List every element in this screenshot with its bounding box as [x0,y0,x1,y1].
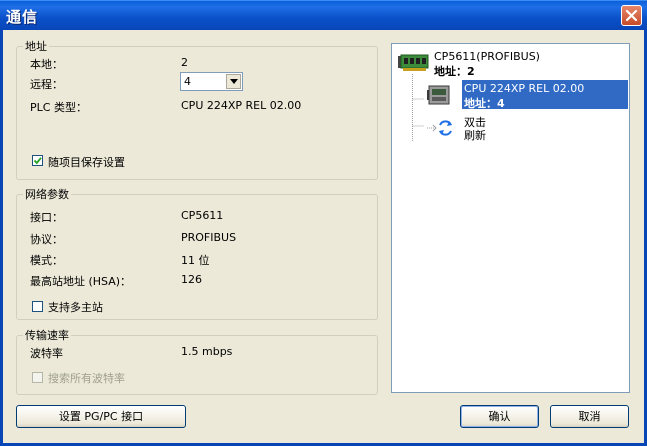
multimaster-checkbox[interactable] [32,301,43,312]
network-tree-view[interactable]: CP5611(PROFIBUS) 地址：2 CPU 224XP REL 02.0… [391,43,630,393]
tree-root-name: CP5611(PROFIBUS) [434,50,540,63]
chevron-down-icon [230,79,238,84]
tree-refresh-node[interactable]: 双击 刷新 [425,112,545,142]
local-label: 本地： [30,58,63,71]
title-bar[interactable]: 通信 [0,0,647,30]
address-group-legend: 地址 [25,40,47,53]
interface-label: 接口： [30,211,63,224]
ok-button[interactable]: 确认 [460,405,539,428]
cancel-button[interactable]: 取消 [550,405,629,428]
baud-rate-legend: 传输速率 [25,329,69,342]
remote-address-value: 4 [184,75,191,88]
local-value: 2 [181,56,188,69]
save-with-project-checkbox[interactable] [32,155,43,166]
refresh-icon [427,120,452,136]
interface-value: CP5611 [181,209,224,222]
baud-rate-label: 波特率 [30,347,63,360]
tree-device-address: 地址：4 [464,97,505,110]
remote-label: 远程： [30,78,63,91]
protocol-label: 协议： [30,233,63,246]
close-icon [625,9,638,22]
window-border-left [0,30,3,446]
hsa-value: 126 [181,273,202,286]
remote-address-select[interactable]: 4 [180,72,243,91]
multimaster-label: 支持多主站 [48,301,103,314]
close-button[interactable] [621,5,642,26]
plc-type-label: PLC 类型： [30,101,87,114]
hsa-label: 最高站地址 (HSA)： [30,275,132,288]
protocol-value: PROFIBUS [181,231,237,244]
baud-rate-value: 1.5 mbps [181,345,233,358]
tree-device-node[interactable]: CPU 224XP REL 02.00 地址：4 [425,80,629,110]
tree-root-address: 地址：2 [434,65,475,78]
network-params-legend: 网络参数 [25,188,69,201]
network-card-icon [398,54,429,71]
checkmark-icon [33,157,42,165]
refresh-line-2: 刷新 [464,129,486,142]
window-title: 通信 [6,8,39,26]
plc-type-value: CPU 224XP REL 02.00 [181,99,302,112]
dropdown-button[interactable] [226,74,241,89]
set-pgpc-interface-button[interactable]: 设置 PG/PC 接口 [16,405,186,428]
search-all-baud-label: 搜索所有波特率 [48,372,125,385]
plc-cpu-icon [427,85,450,105]
save-with-project-label: 随项目保存设置 [48,156,125,169]
mode-label: 模式： [30,254,63,267]
search-all-baud-checkbox[interactable] [32,372,43,383]
tree-device-name: CPU 224XP REL 02.00 [464,82,585,95]
mode-value: 11 位 [181,254,210,267]
